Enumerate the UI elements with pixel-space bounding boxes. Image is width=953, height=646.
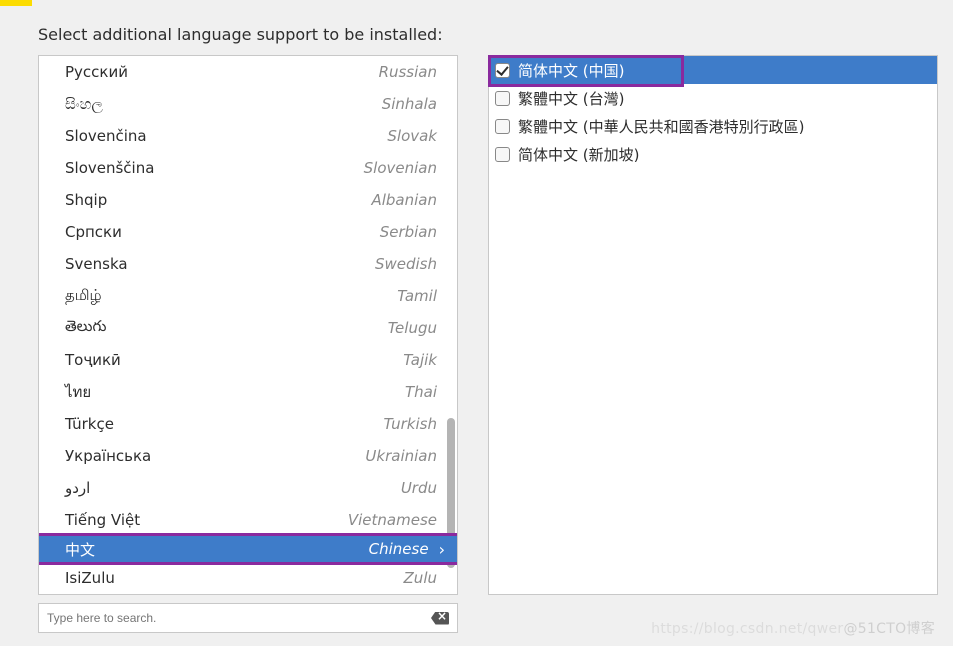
language-row[interactable]: తెలుగు Telugu xyxy=(39,312,457,344)
language-english-label: Chinese xyxy=(369,540,429,558)
variant-label: 繁體中文 (台灣) xyxy=(518,88,624,109)
language-row[interactable]: 中文 Chinese › xyxy=(38,533,458,565)
language-english-label: Swedish xyxy=(375,255,437,273)
checkbox-icon[interactable] xyxy=(495,63,510,78)
language-row[interactable]: Српски Serbian xyxy=(39,216,457,248)
search-box[interactable] xyxy=(38,603,458,633)
language-english-label: Slovenian xyxy=(364,159,437,177)
checkbox-icon[interactable] xyxy=(495,147,510,162)
language-row[interactable]: Slovenščina Slovenian xyxy=(39,152,457,184)
chevron-right-icon: › xyxy=(439,540,445,559)
language-native-label: Русский xyxy=(65,63,128,81)
variant-label: 繁體中文 (中華人民共和國香港特別行政區) xyxy=(518,116,804,137)
language-native-label: Türkçe xyxy=(65,415,114,433)
language-native-label: Shqip xyxy=(65,191,107,209)
language-row[interactable]: Slovenčina Slovak xyxy=(39,120,457,152)
variant-row[interactable]: 简体中文 (新加坡) xyxy=(489,140,937,168)
language-native-label: Српски xyxy=(65,223,122,241)
language-english-label: Albanian xyxy=(371,191,437,209)
language-native-label: 中文 xyxy=(65,539,95,560)
language-native-label: IsiZulu xyxy=(65,569,115,587)
checkbox-icon[interactable] xyxy=(495,91,510,106)
language-column: РусскийRussianසිංහලSinhalaSlovenčinaSlov… xyxy=(38,55,458,633)
scrollbar-track[interactable] xyxy=(447,58,455,592)
clear-search-icon[interactable] xyxy=(431,612,449,625)
language-native-label: සිංහල xyxy=(65,95,103,113)
language-row[interactable]: Svenska Swedish xyxy=(39,248,457,280)
language-english-label: Russian xyxy=(379,63,437,81)
language-english-label: Zulu xyxy=(404,569,437,587)
language-english-label: Urdu xyxy=(401,479,437,497)
language-native-label: Slovenščina xyxy=(65,159,154,177)
language-english-label: Vietnamese xyxy=(348,511,437,529)
language-native-label: Українська xyxy=(65,447,151,465)
language-english-label: Tajik xyxy=(403,351,437,369)
language-native-label: اردو xyxy=(65,479,90,497)
top-accent-bar xyxy=(0,0,32,6)
language-english-label: Thai xyxy=(405,383,437,401)
language-native-label: தமிழ் xyxy=(65,286,102,306)
language-native-label: Slovenčina xyxy=(65,127,147,145)
language-native-label: Tiếng Việt xyxy=(65,511,140,529)
variant-row[interactable]: 简体中文 (中国) xyxy=(489,56,937,84)
language-native-label: Тоҷикӣ xyxy=(65,351,121,369)
language-native-label: ไทย xyxy=(65,380,91,404)
language-english-label: Slovak xyxy=(387,127,437,145)
language-row[interactable]: ไทย Thai xyxy=(39,376,457,408)
language-english-label: Tamil xyxy=(397,287,437,305)
language-english-label: Serbian xyxy=(380,223,437,241)
language-native-label: తెలుగు xyxy=(65,317,106,339)
language-row[interactable]: தமிழ் Tamil xyxy=(39,280,457,312)
language-row[interactable]: Українська Ukrainian xyxy=(39,440,457,472)
variant-row[interactable]: 繁體中文 (中華人民共和國香港特別行政區) xyxy=(489,112,937,140)
language-row[interactable]: اردو Urdu xyxy=(39,472,457,504)
search-input[interactable] xyxy=(47,611,431,625)
variant-label: 简体中文 (中国) xyxy=(518,60,624,81)
variant-list: 简体中文 (中国) 繁體中文 (台灣) 繁體中文 (中華人民共和國香港特別行政區) 简… xyxy=(488,55,938,595)
language-list[interactable]: РусскийRussianසිංහලSinhalaSlovenčinaSlov… xyxy=(38,55,458,595)
variant-row[interactable]: 繁體中文 (台灣) xyxy=(489,84,937,112)
language-native-label: Svenska xyxy=(65,255,128,273)
language-english-label: Telugu xyxy=(388,319,437,337)
language-row[interactable]: Тоҷикӣ Tajik xyxy=(39,344,457,376)
language-english-label: Sinhala xyxy=(382,95,437,113)
variant-label: 简体中文 (新加坡) xyxy=(518,144,639,165)
language-row[interactable]: සිංහල Sinhala xyxy=(39,88,457,120)
language-row[interactable]: IsiZulu Zulu xyxy=(39,562,457,594)
language-english-label: Turkish xyxy=(383,415,437,433)
language-row[interactable]: Tiếng Việt Vietnamese xyxy=(39,504,457,536)
checkbox-icon[interactable] xyxy=(495,119,510,134)
language-english-label: Ukrainian xyxy=(365,447,437,465)
language-row[interactable]: Türkçe Turkish xyxy=(39,408,457,440)
language-row[interactable]: Shqip Albanian xyxy=(39,184,457,216)
language-row[interactable]: Русский Russian xyxy=(39,56,457,88)
page-title: Select additional language support to be… xyxy=(38,25,443,44)
